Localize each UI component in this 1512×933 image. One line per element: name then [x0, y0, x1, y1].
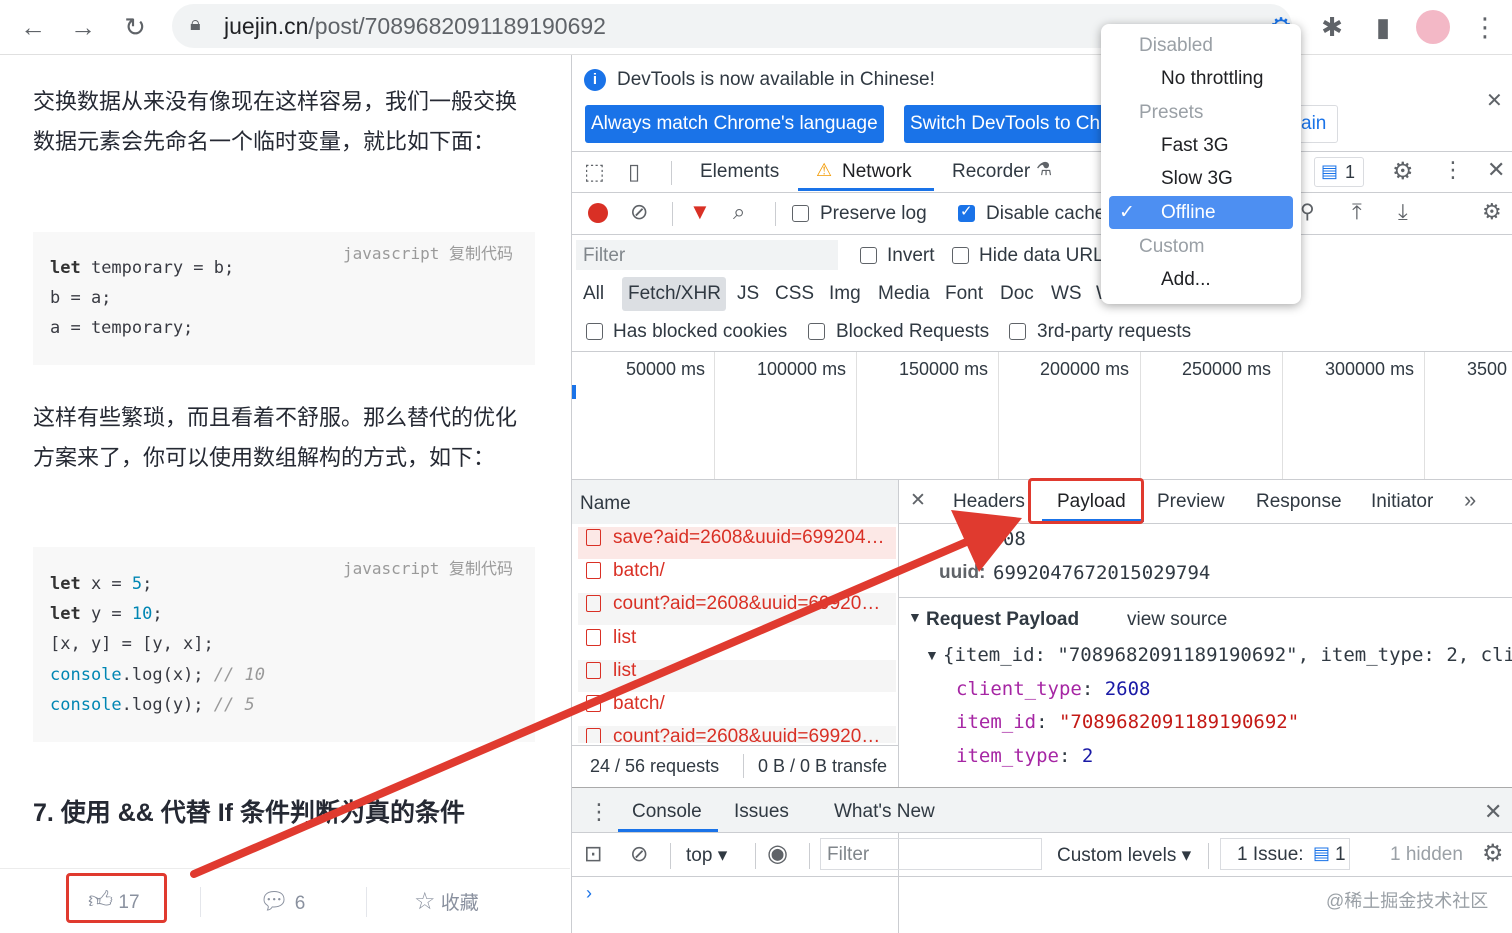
annotation-arrow: [190, 510, 1022, 878]
